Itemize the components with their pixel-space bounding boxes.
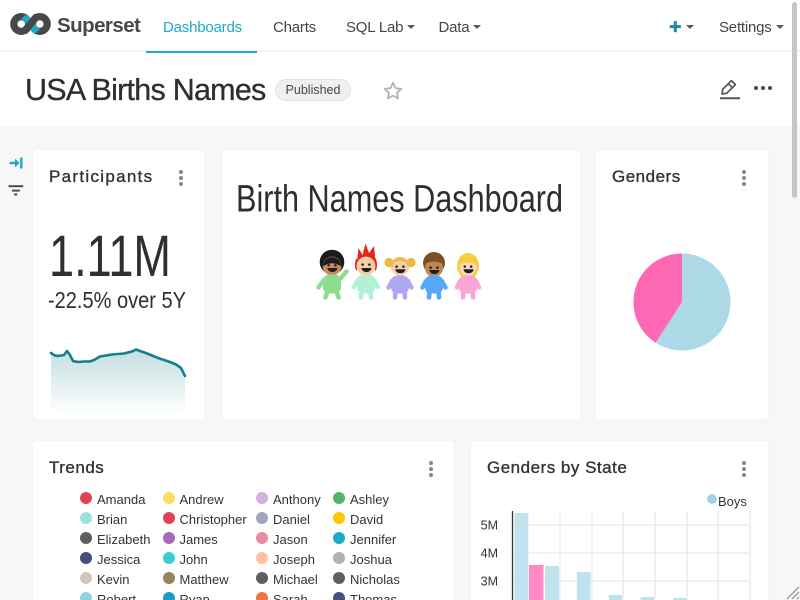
svg-text:4M: 4M	[481, 547, 498, 561]
svg-text:5M: 5M	[481, 519, 498, 533]
svg-text:-22.5% over 5Y: -22.5% over 5Y	[48, 287, 186, 313]
svg-text:1.11M: 1.11M	[49, 232, 171, 282]
svg-text:3M: 3M	[481, 575, 498, 589]
svg-text:Birth Names Dashboard: Birth Names Dashboard	[236, 179, 563, 221]
